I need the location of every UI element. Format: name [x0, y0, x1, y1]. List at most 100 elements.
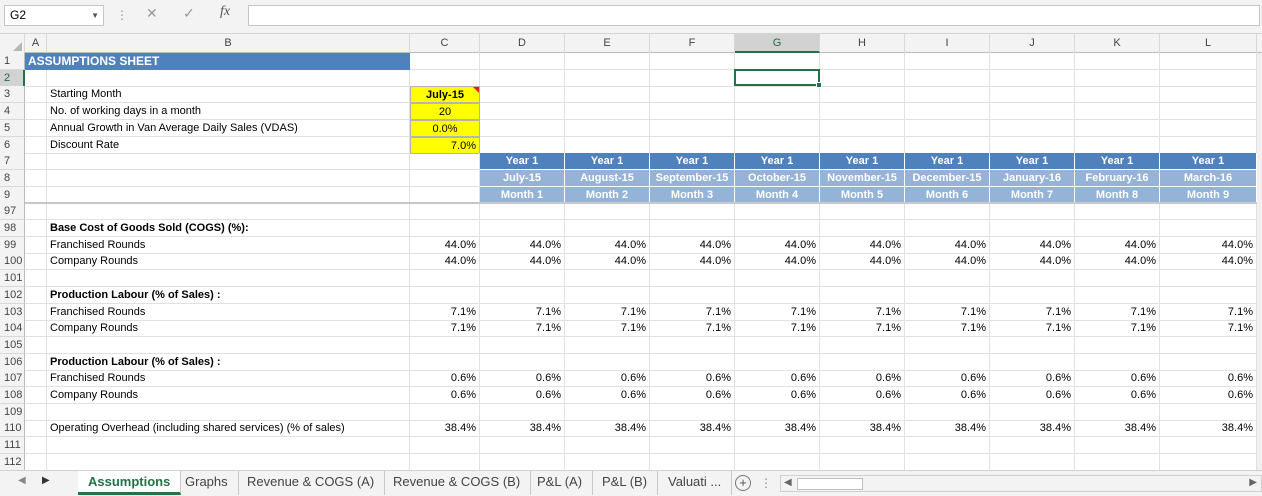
cell[interactable] [410, 69, 480, 87]
cell[interactable] [565, 136, 650, 154]
sheet-tab[interactable]: Revenue & COGS (B) [383, 471, 532, 495]
cell[interactable] [905, 203, 990, 221]
column-header-k[interactable]: K [1075, 34, 1160, 53]
cell[interactable] [25, 69, 47, 87]
row-header[interactable]: 1 [0, 53, 25, 70]
cell[interactable] [650, 136, 735, 154]
value-cell[interactable]: 38.4% [905, 420, 990, 438]
period-header-cell[interactable]: July-15 [480, 169, 565, 187]
cell[interactable] [820, 86, 905, 104]
value-cell[interactable] [820, 403, 905, 421]
value-cell[interactable] [905, 220, 990, 237]
input-label[interactable]: Starting Month [47, 86, 410, 104]
cell[interactable] [410, 186, 480, 204]
period-header-cell[interactable]: March-16 [1160, 169, 1257, 187]
period-header-cell[interactable]: January-16 [990, 169, 1075, 187]
cancel-icon[interactable]: ✕ [146, 5, 158, 22]
value-cell[interactable]: 44.0% [565, 253, 650, 271]
column-header-e[interactable]: E [565, 34, 650, 53]
section-heading[interactable]: Base Cost of Goods Sold (COGS) (%): [47, 220, 410, 237]
cell[interactable] [565, 203, 650, 221]
more-options-icon[interactable]: ⋮ [116, 8, 128, 22]
value-cell[interactable] [1160, 353, 1257, 371]
scroll-left-icon[interactable]: ◀ [784, 477, 792, 488]
row-header[interactable]: 106 [0, 353, 25, 371]
value-cell[interactable] [650, 286, 735, 304]
value-cell[interactable] [480, 220, 565, 237]
cell[interactable] [990, 136, 1075, 154]
cell[interactable] [25, 236, 47, 254]
sheet-tab[interactable]: Assumptions [78, 471, 182, 495]
cell[interactable] [25, 220, 47, 237]
cell[interactable] [480, 53, 565, 70]
fill-handle[interactable] [816, 82, 822, 89]
row-header[interactable]: 110 [0, 420, 25, 438]
value-cell[interactable] [1160, 437, 1257, 455]
value-cell[interactable] [650, 437, 735, 455]
value-cell[interactable] [480, 437, 565, 455]
value-cell[interactable]: 44.0% [410, 236, 480, 254]
row-header[interactable]: 6 [0, 136, 25, 154]
cell[interactable] [410, 53, 480, 70]
value-cell[interactable]: 44.0% [565, 236, 650, 254]
value-cell[interactable] [650, 453, 735, 471]
value-cell[interactable] [990, 286, 1075, 304]
value-cell[interactable] [1075, 437, 1160, 455]
value-cell[interactable] [1075, 220, 1160, 237]
value-cell[interactable] [410, 220, 480, 237]
sheet-title[interactable]: ASSUMPTIONS SHEET [25, 53, 410, 70]
row-label[interactable]: Company Rounds [47, 387, 410, 404]
cell[interactable] [1160, 203, 1257, 221]
period-header-cell[interactable]: Month 6 [905, 186, 990, 204]
cell[interactable] [1075, 69, 1160, 87]
cell[interactable] [1075, 119, 1160, 137]
value-cell[interactable] [410, 403, 480, 421]
section-heading[interactable]: Production Labour (% of Sales) : [47, 286, 410, 304]
row-header[interactable]: 2 [0, 69, 25, 87]
value-cell[interactable]: 0.6% [990, 370, 1075, 388]
value-cell[interactable] [650, 336, 735, 354]
period-header-cell[interactable]: Month 5 [820, 186, 905, 204]
horizontal-scrollbar[interactable]: ◀ ▶ [780, 475, 1262, 492]
value-cell[interactable]: 44.0% [820, 253, 905, 271]
row-header[interactable]: 8 [0, 169, 25, 187]
value-cell[interactable] [650, 270, 735, 288]
value-cell[interactable] [905, 270, 990, 288]
value-cell[interactable]: 7.1% [735, 303, 820, 321]
value-cell[interactable]: 44.0% [480, 236, 565, 254]
value-cell[interactable]: 7.1% [820, 303, 905, 321]
row-label[interactable]: Franchised Rounds [47, 370, 410, 388]
value-cell[interactable] [565, 403, 650, 421]
value-cell[interactable]: 44.0% [1075, 253, 1160, 271]
value-cell[interactable]: 44.0% [735, 236, 820, 254]
tab-splitter-icon[interactable]: ⋮ [760, 476, 772, 490]
value-cell[interactable] [990, 403, 1075, 421]
value-cell[interactable] [410, 286, 480, 304]
value-cell[interactable]: 38.4% [1075, 420, 1160, 438]
value-cell[interactable] [480, 453, 565, 471]
period-header-cell[interactable]: September-15 [650, 169, 735, 187]
input-label[interactable]: Annual Growth in Van Average Daily Sales… [47, 119, 410, 137]
row-header[interactable]: 3 [0, 86, 25, 104]
cell[interactable] [25, 169, 47, 187]
column-header-d[interactable]: D [480, 34, 565, 53]
value-cell[interactable]: 38.4% [565, 420, 650, 438]
value-cell[interactable] [565, 336, 650, 354]
sheet-tab[interactable]: Graphs [175, 471, 239, 495]
value-cell[interactable] [990, 336, 1075, 354]
value-cell[interactable]: 38.4% [650, 420, 735, 438]
cell[interactable] [25, 136, 47, 154]
value-cell[interactable] [480, 353, 565, 371]
value-cell[interactable] [1160, 453, 1257, 471]
cell[interactable] [1160, 103, 1257, 121]
column-header-i[interactable]: I [905, 34, 990, 53]
value-cell[interactable]: 44.0% [1160, 253, 1257, 271]
column-header-a[interactable]: A [25, 34, 47, 53]
cell[interactable] [905, 103, 990, 121]
period-header-cell[interactable]: August-15 [565, 169, 650, 187]
value-cell[interactable]: 44.0% [650, 253, 735, 271]
value-cell[interactable] [1160, 403, 1257, 421]
input-value-cell[interactable]: 0.0% [410, 119, 480, 137]
value-cell[interactable] [735, 286, 820, 304]
value-cell[interactable] [650, 220, 735, 237]
